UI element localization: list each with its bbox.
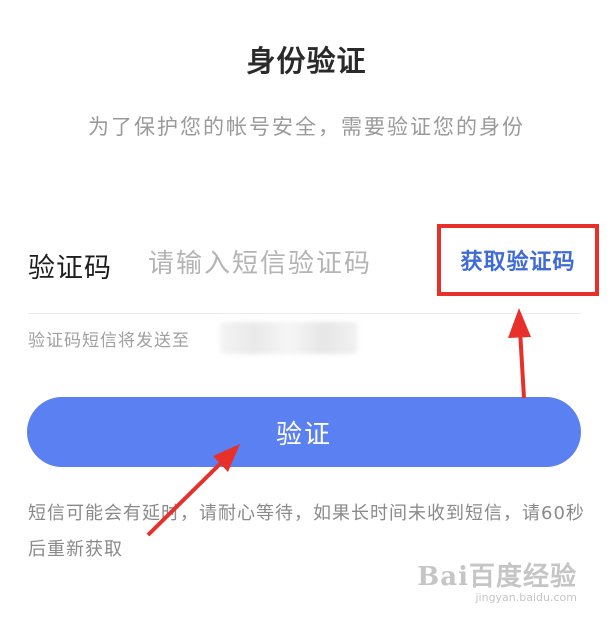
arrow-to-verify: [146, 444, 240, 537]
watermark-logo: Bai百度经验: [417, 562, 577, 592]
watermark: Bai百度经验 jingyan.baidu.com: [417, 556, 577, 604]
annotation-arrows: [146, 308, 531, 537]
arrow-to-get-code: [508, 308, 531, 399]
